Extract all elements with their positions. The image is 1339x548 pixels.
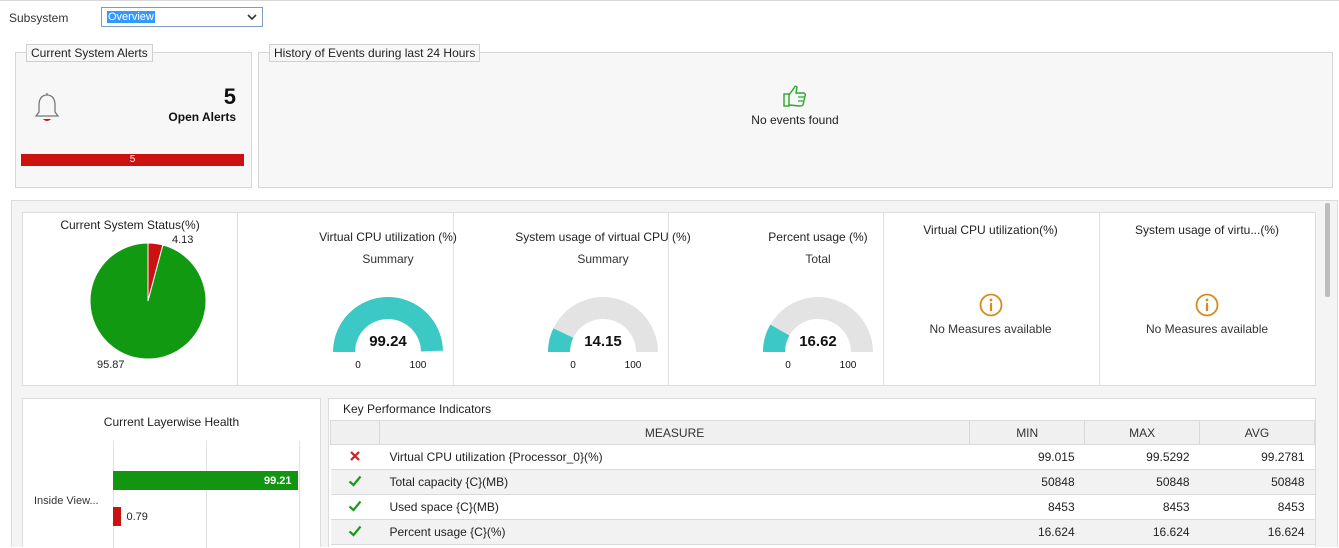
min-cell: 16.624 — [969, 519, 1085, 545]
kpi-title: Key Performance Indicators — [343, 402, 492, 416]
vertical-scrollbar[interactable] — [1325, 203, 1330, 297]
measure-cell: Total capacity {C}(MB) — [379, 469, 970, 495]
avg-cell: 16.624 — [1199, 519, 1315, 545]
na-panel-message: No Measures available — [1145, 322, 1269, 336]
subsystem-select[interactable]: Overview — [101, 7, 263, 27]
avg-cell: 8453 — [1199, 494, 1315, 520]
na-panel-message: No Measures available — [929, 322, 1052, 336]
layer-bar-bad-label: 0.79 — [126, 511, 148, 523]
max-cell: 8453 — [1084, 494, 1200, 520]
history-panel-title: History of Events during last 24 Hours — [269, 44, 481, 62]
gauge-title: Virtual CPU utilization (%) — [319, 230, 457, 244]
info-icon — [1195, 293, 1219, 317]
gauge-chart: 99.24 0 100 — [333, 297, 443, 370]
gauge-max-label: 100 — [625, 360, 642, 370]
max-cell: 16.624 — [1084, 519, 1200, 545]
max-cell: 50848 — [1084, 469, 1200, 495]
gauge-max-label: 100 — [840, 360, 857, 370]
gauge-value: 99.24 — [369, 333, 407, 350]
pie-label-small: 4.13 — [172, 234, 194, 246]
gridline — [206, 441, 207, 548]
status-cell — [330, 444, 380, 470]
table-row[interactable]: Total capacity {C}(MB) 50848 50848 50848 — [330, 469, 1315, 495]
info-icon — [979, 293, 1003, 317]
subsystem-label: Subsystem — [9, 11, 69, 25]
layer-bar-bad[interactable] — [113, 507, 122, 526]
chevron-down-icon — [247, 14, 257, 21]
gridline — [113, 441, 114, 548]
measure-cell: Percent usage {C}(%) — [379, 519, 970, 545]
bell-icon — [34, 93, 60, 121]
gauge-title: System usage of virtual CPU (%) — [515, 230, 691, 244]
kpi-panel: Key Performance Indicators MEASURE MIN M… — [328, 398, 1316, 547]
gauge-chart: 16.62 0 100 — [763, 297, 873, 370]
min-cell: 8453 — [969, 494, 1085, 520]
gridline — [299, 441, 300, 548]
status-cell — [330, 519, 380, 545]
layerwise-health-title: Current Layerwise Health — [103, 415, 240, 429]
gauge-max-label: 100 — [410, 360, 427, 370]
column-header-avg[interactable]: AVG — [1199, 420, 1315, 445]
column-header-max[interactable]: MAX — [1084, 420, 1201, 445]
gauge-subtitle: Summary — [577, 252, 629, 266]
na-panel-title: Virtual CPU utilization(%) — [923, 223, 1058, 237]
layerwise-health-cell: Current Layerwise Health Inside View... … — [22, 398, 321, 548]
gauge-min-label: 0 — [785, 360, 791, 370]
gauge-subtitle: Summary — [362, 252, 414, 266]
table-row[interactable]: Virtual CPU utilization {Processor_0}(%)… — [330, 444, 1315, 470]
subsystem-selected-value: Overview — [107, 11, 155, 23]
checkmark-icon — [348, 475, 362, 487]
alerts-panel-title: Current System Alerts — [26, 44, 153, 62]
open-alerts-label: Open Alerts — [168, 110, 236, 124]
thumbs-up-icon — [783, 85, 807, 107]
checkmark-icon — [348, 500, 362, 512]
system-status-pie-chart — [89, 242, 207, 360]
gauge-chart: 14.15 0 100 — [548, 297, 658, 370]
status-column-header — [330, 420, 380, 445]
status-cell — [330, 494, 380, 520]
max-cell: 99.5292 — [1084, 444, 1200, 470]
pie-slice[interactable] — [89, 242, 207, 360]
column-header-min[interactable]: MIN — [969, 420, 1086, 445]
column-header-measure[interactable]: MEASURE — [378, 420, 971, 445]
top-border — [0, 0, 1339, 1]
layer-row-label: Inside View... — [34, 495, 99, 507]
measure-cell: Virtual CPU utilization {Processor_0}(%) — [379, 444, 970, 470]
avg-cell: 50848 — [1199, 469, 1315, 495]
table-row[interactable]: Used space {C}(MB) 8453 8453 8453 — [330, 494, 1315, 520]
layer-bar-good-label: 99.21 — [263, 475, 292, 487]
min-cell: 50848 — [969, 469, 1085, 495]
gauge-min-label: 0 — [355, 360, 361, 370]
avg-cell: 99.2781 — [1199, 444, 1315, 470]
measure-cell: Used space {C}(MB) — [379, 494, 970, 520]
kpi-table: MEASURE MIN MAX AVG Virtual CPU utilizat… — [330, 420, 1315, 545]
pie-label-large: 95.87 — [97, 359, 125, 371]
error-x-icon — [350, 450, 360, 461]
gauge-value: 14.15 — [584, 333, 622, 350]
gauge-min-label: 0 — [570, 360, 576, 370]
open-alerts-count: 5 — [223, 84, 236, 109]
gauge-value: 16.62 — [799, 333, 837, 350]
na-panel-title: System usage of virtu...(%) — [1134, 223, 1280, 237]
min-cell: 99.015 — [969, 444, 1085, 470]
checkmark-icon — [348, 525, 362, 537]
no-events-message: No events found — [751, 113, 839, 127]
na-panel-cpu-utilization: Virtual CPU utilization(%) No Measures a… — [883, 212, 1098, 386]
alerts-bar-label: 5 — [129, 154, 136, 165]
alerts-bar[interactable]: 5 — [21, 154, 244, 166]
kpi-header-row: MEASURE MIN MAX AVG — [330, 420, 1315, 445]
na-panel-system-usage: System usage of virtu...(%) No Measures … — [1099, 212, 1315, 386]
system-status-cell: Current System Status(%) 4.13 95.87 — [22, 212, 238, 386]
status-cell — [330, 469, 380, 495]
table-row[interactable]: Percent usage {C}(%) 16.624 16.624 16.62… — [330, 519, 1315, 545]
